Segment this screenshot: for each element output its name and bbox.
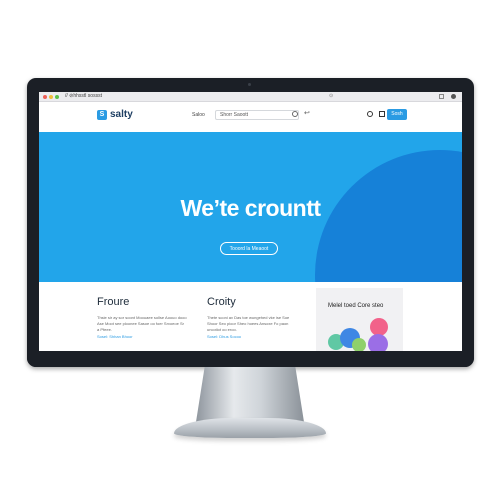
- back-arrow-icon[interactable]: ↩: [304, 110, 310, 118]
- reload-icon[interactable]: ⊙: [329, 94, 339, 99]
- column-text: Thete sconi av Das toe wungehed vke ise …: [207, 315, 290, 332]
- hero-title: We’te crountt: [180, 195, 321, 221]
- bubble-graphic: [368, 334, 388, 351]
- search-input[interactable]: [215, 110, 299, 120]
- extension-icon[interactable]: [439, 94, 444, 99]
- hero-cta-button[interactable]: Tooord la Meaoot: [220, 242, 278, 255]
- monitor-stand: [196, 367, 304, 422]
- monitor: // ⊘hhsstl sossst ⊙ S salty Saloo ↩ Sosh…: [27, 78, 474, 367]
- monitor-base: [174, 418, 326, 438]
- browser-tab-title[interactable]: // ⊘hhsstl sossst: [65, 93, 102, 100]
- site-header: S salty Saloo ↩ Sosh: [39, 102, 462, 133]
- bubble-graphic: [352, 338, 366, 351]
- menu-icon[interactable]: [379, 111, 385, 117]
- card-title: Melel toed Core steo: [328, 303, 384, 309]
- close-window-icon[interactable]: [43, 95, 47, 99]
- browser-toolbar: // ⊘hhsstl sossst ⊙: [39, 92, 462, 102]
- monitor-chin: [27, 351, 474, 367]
- column-text: Thsie sir ay sor soont Moouaee sollse Ao…: [97, 315, 187, 332]
- header-cta-button[interactable]: Sosh: [387, 109, 407, 120]
- column-title: Froure: [97, 296, 130, 308]
- minimize-window-icon[interactable]: [49, 95, 53, 99]
- logo-icon[interactable]: S: [97, 110, 107, 120]
- screen: // ⊘hhsstl sossst ⊙ S salty Saloo ↩ Sosh…: [39, 92, 462, 351]
- hero-section: We’te crountt Tooord la Meaoot: [39, 132, 462, 282]
- column-link[interactable]: Sosel: Shhan Bhoor: [97, 334, 133, 340]
- column-link[interactable]: Sosel: Dhus Socoo: [207, 334, 241, 340]
- logo-text[interactable]: salty: [110, 109, 133, 121]
- maximize-window-icon[interactable]: [55, 95, 59, 99]
- column-title: Croity: [207, 296, 236, 308]
- feature-card[interactable]: Melel toed Core steo: [316, 288, 403, 351]
- search-icon[interactable]: [292, 111, 298, 117]
- webcam-icon: [248, 83, 251, 86]
- header-search-icon[interactable]: [367, 111, 373, 117]
- settings-icon[interactable]: [451, 94, 456, 99]
- nav-item[interactable]: Saloo: [192, 112, 205, 119]
- content-section: Froure Thsie sir ay sor soont Moouaee so…: [39, 282, 462, 351]
